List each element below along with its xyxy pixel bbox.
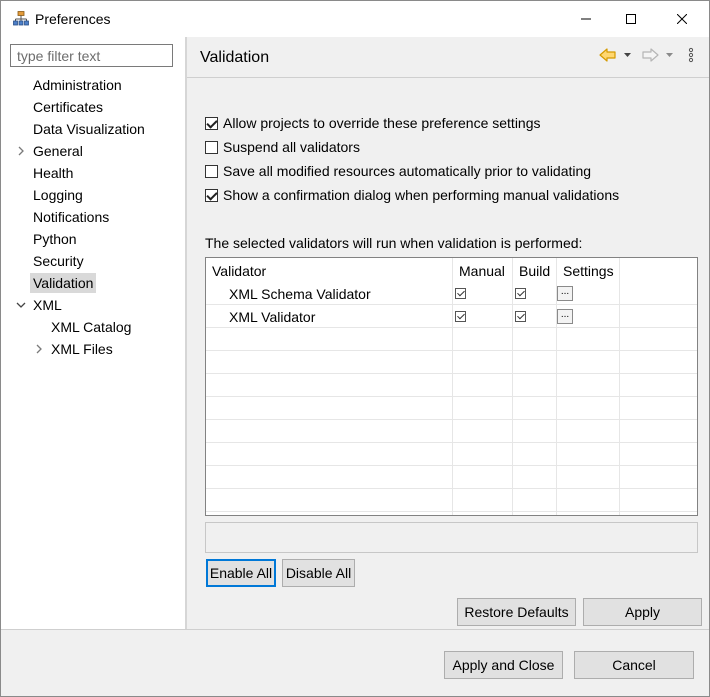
back-dropdown-icon[interactable] <box>623 47 633 63</box>
build-checkbox[interactable] <box>515 288 526 299</box>
row-divider <box>206 304 697 305</box>
enable-all-button[interactable]: Enable All <box>206 559 276 587</box>
footer-separator <box>1 629 709 630</box>
header-separator <box>187 77 709 78</box>
auto-save-checkbox[interactable] <box>205 164 218 178</box>
confirmation-dialog-label: Show a confirmation dialog when performi… <box>223 187 620 203</box>
row-divider <box>206 396 697 397</box>
row-divider <box>206 350 697 351</box>
filter-input[interactable] <box>10 44 173 67</box>
view-menu-icon[interactable] <box>687 47 695 63</box>
allow-override-label: Allow projects to override these prefere… <box>223 115 541 131</box>
window-title: Preferences <box>35 11 111 27</box>
column-header-build[interactable]: Build <box>513 258 556 284</box>
tree-item-health[interactable]: Health <box>33 163 73 183</box>
suspend-validators-checkbox[interactable] <box>205 140 218 154</box>
row-divider <box>206 465 697 466</box>
apply-and-close-button[interactable]: Apply and Close <box>444 651 563 679</box>
chevron-right-icon[interactable] <box>15 145 27 157</box>
row-divider <box>206 442 697 443</box>
settings-button[interactable]: ... <box>557 309 573 324</box>
preference-page: Validation Allow projects to override th… <box>187 37 709 629</box>
validator-name[interactable]: XML Validator <box>229 307 315 327</box>
validator-description-box <box>205 522 698 553</box>
row-divider <box>206 511 697 512</box>
back-arrow-icon[interactable] <box>599 47 617 63</box>
restore-defaults-button[interactable]: Restore Defaults <box>457 598 576 626</box>
page-header: Validation <box>187 37 709 77</box>
tree-item-administration[interactable]: Administration <box>33 75 122 95</box>
tree-item-xml-catalog[interactable]: XML Catalog <box>51 317 131 337</box>
column-header-settings[interactable]: Settings <box>557 258 619 284</box>
tree-item-general[interactable]: General <box>33 141 83 161</box>
preference-tree-panel: Administration Certificates Data Visuali… <box>1 37 185 629</box>
tree-item-validation[interactable]: Validation <box>30 273 97 293</box>
allow-override-checkbox[interactable] <box>205 116 218 130</box>
apply-button[interactable]: Apply <box>583 598 702 626</box>
column-divider <box>512 258 513 515</box>
disable-all-button[interactable]: Disable All <box>282 559 355 587</box>
page-title: Validation <box>200 49 270 66</box>
minimize-button[interactable] <box>563 1 609 37</box>
row-divider <box>206 419 697 420</box>
build-checkbox[interactable] <box>515 311 526 322</box>
confirmation-dialog-option[interactable]: Show a confirmation dialog when performi… <box>205 185 619 205</box>
suspend-validators-option[interactable]: Suspend all validators <box>205 137 360 157</box>
row-divider <box>206 327 697 328</box>
close-icon <box>677 14 687 24</box>
preferences-icon <box>13 11 29 27</box>
column-header-validator[interactable]: Validator <box>206 258 452 284</box>
allow-override-option[interactable]: Allow projects to override these prefere… <box>205 113 541 133</box>
tree-item-logging[interactable]: Logging <box>33 185 83 205</box>
title-bar: Preferences <box>1 1 709 37</box>
maximize-button[interactable] <box>608 1 654 37</box>
validator-name[interactable]: XML Schema Validator <box>229 284 371 304</box>
column-divider <box>452 258 453 515</box>
tree-item-data-visualization[interactable]: Data Visualization <box>33 119 145 139</box>
suspend-validators-label: Suspend all validators <box>223 139 360 155</box>
chevron-down-icon[interactable] <box>15 299 27 311</box>
row-divider <box>206 373 697 374</box>
column-header-manual[interactable]: Manual <box>453 258 512 284</box>
tree-item-xml-files[interactable]: XML Files <box>51 339 113 359</box>
manual-checkbox[interactable] <box>455 311 466 322</box>
close-button[interactable] <box>659 1 705 37</box>
auto-save-label: Save all modified resources automaticall… <box>223 163 592 179</box>
minimize-icon <box>581 18 591 20</box>
validators-table: Validator Manual Build Settings XML Sche… <box>205 257 698 516</box>
tree-item-python[interactable]: Python <box>33 229 77 249</box>
settings-button[interactable]: ... <box>557 286 573 301</box>
forward-arrow-icon[interactable] <box>641 47 659 63</box>
cancel-button[interactable]: Cancel <box>574 651 694 679</box>
preferences-window: Preferences Administration Certificates … <box>0 0 710 697</box>
tree-item-certificates[interactable]: Certificates <box>33 97 103 117</box>
maximize-icon <box>626 14 636 24</box>
confirmation-dialog-checkbox[interactable] <box>205 188 218 202</box>
tree-item-security[interactable]: Security <box>33 251 84 271</box>
column-divider <box>619 258 620 515</box>
forward-dropdown-icon[interactable] <box>665 47 675 63</box>
tree-item-xml[interactable]: XML <box>33 295 62 315</box>
row-divider <box>206 488 697 489</box>
chevron-right-icon[interactable] <box>33 343 45 355</box>
auto-save-option[interactable]: Save all modified resources automaticall… <box>205 161 591 181</box>
manual-checkbox[interactable] <box>455 288 466 299</box>
tree-item-notifications[interactable]: Notifications <box>33 207 109 227</box>
validators-info-label: The selected validators will run when va… <box>205 235 583 251</box>
